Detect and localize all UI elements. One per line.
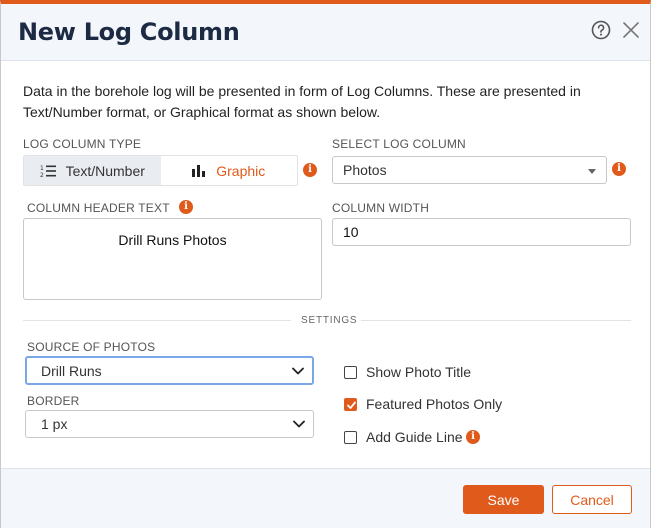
settings-divider-left (23, 320, 291, 321)
close-icon[interactable] (621, 20, 641, 40)
numbered-list-icon: 1 2 (40, 165, 56, 178)
featured-photos-only-label: Featured Photos Only (366, 396, 503, 412)
select-log-column-dropdown[interactable]: Photos (332, 156, 607, 184)
add-guide-line-label: Add Guide Line (366, 429, 463, 445)
checkbox-unchecked-icon[interactable] (344, 365, 357, 379)
column-header-textarea[interactable]: Drill Runs Photos (23, 218, 322, 300)
svg-text:2: 2 (40, 172, 44, 178)
column-header-info-icon[interactable]: i (179, 200, 193, 214)
dialog-header: New Log Column (1, 4, 650, 61)
select-log-column-info-icon[interactable]: i (612, 162, 626, 176)
select-log-column-label: SELECT LOG COLUMN (332, 137, 466, 151)
checkmark-icon (347, 401, 356, 409)
featured-photos-only-checkbox[interactable]: Featured Photos Only (344, 396, 502, 412)
graphic-label: Graphic (216, 162, 266, 179)
bar-chart-icon (192, 165, 206, 177)
column-header-text-label: COLUMN HEADER TEXT (27, 201, 170, 215)
cancel-button[interactable]: Cancel (552, 485, 632, 514)
show-photo-title-checkbox[interactable]: Show Photo Title (344, 364, 471, 380)
source-of-photos-label: SOURCE OF PHOTOS (27, 340, 156, 354)
add-guide-line-info-icon[interactable]: i (466, 430, 480, 444)
save-button[interactable]: Save (463, 485, 544, 514)
new-log-column-dialog: New Log Column Data in the borehole log … (0, 0, 651, 528)
border-select[interactable]: 1 px (25, 410, 314, 438)
show-photo-title-label: Show Photo Title (366, 364, 472, 380)
dialog-title: New Log Column (18, 18, 240, 46)
svg-text:1: 1 (40, 165, 44, 172)
select-log-column-value: Photos (343, 162, 387, 178)
source-of-photos-value: Drill Runs (41, 362, 102, 379)
settings-heading: SETTINGS (301, 315, 358, 326)
caret-down-icon (588, 169, 596, 174)
graphic-option[interactable]: Graphic (161, 156, 298, 185)
log-column-type-toggle: 1 2 Text/Number Graphic (23, 155, 298, 186)
add-guide-line-checkbox[interactable]: Add Guide Line (344, 429, 463, 445)
dialog-footer: Save Cancel (1, 468, 650, 528)
settings-divider-right (361, 320, 631, 321)
source-of-photos-select[interactable]: Drill Runs (25, 356, 314, 385)
dialog-description: Data in the borehole log will be present… (23, 83, 581, 120)
border-label: BORDER (27, 394, 80, 408)
text-number-label: Text/Number (65, 162, 145, 179)
log-column-type-label: LOG COLUMN TYPE (23, 137, 142, 151)
help-icon[interactable] (591, 20, 611, 40)
chevron-down-icon (293, 420, 305, 428)
text-number-option[interactable]: 1 2 Text/Number (24, 156, 161, 185)
log-column-type-info-icon[interactable]: i (303, 163, 317, 177)
chevron-down-icon (292, 367, 304, 374)
column-width-input[interactable]: 10 (332, 218, 631, 246)
checkbox-unchecked-icon[interactable] (344, 430, 357, 444)
checkbox-checked-icon[interactable] (344, 397, 357, 411)
border-value: 1 px (41, 416, 68, 432)
column-width-label: COLUMN WIDTH (332, 201, 430, 215)
